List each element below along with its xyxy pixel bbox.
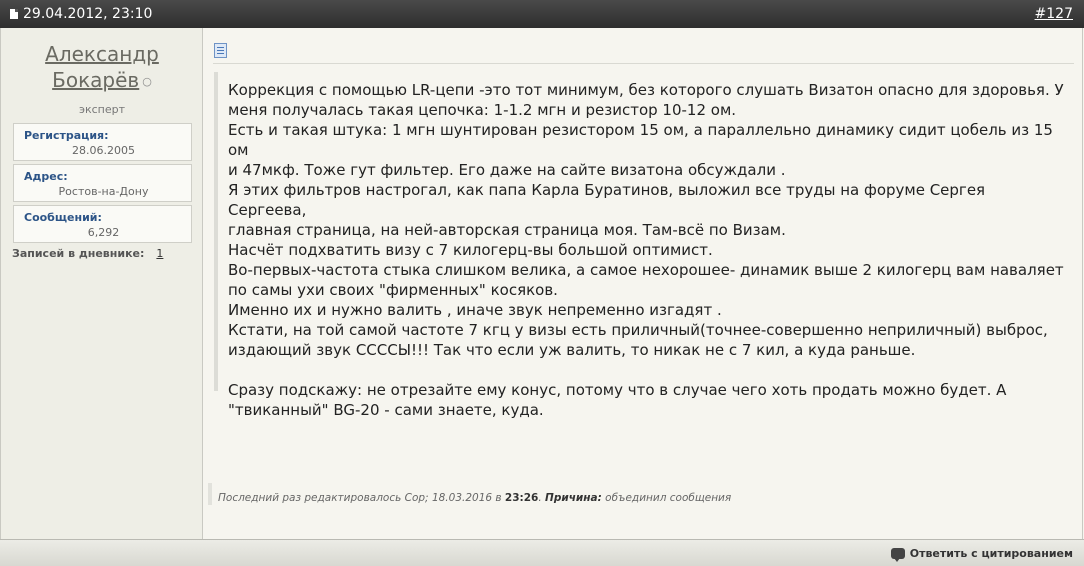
message-line: Во-первых-частота стыка слишком велика, … [228,261,1064,279]
message-line: Кстати, на той самой частоте 7 кгц у виз… [228,321,1048,339]
diary-entries: Записей в дневнике: 1 [12,247,163,260]
username-link[interactable]: Александр Бокарёв ○ [1,41,203,95]
message-line: Коррекция с помощью LR-цепи -это тот мин… [228,81,1064,99]
post-message: Коррекция с помощью LR-цепи -это тот мин… [228,80,1068,420]
diary-count-link[interactable]: 1 [156,247,163,260]
message-line: Есть и такая штука: 1 мгн шунтирован рез… [228,121,1053,159]
messages-box: Сообщений: 6,292 [13,205,192,243]
message-line: и 47мкф. Тоже гут фильтер. Его даже на с… [228,161,786,179]
message-line: Сразу подскажу: не отрезайте ему конус, … [228,381,1007,399]
username-last[interactable]: Бокарёв [52,68,139,92]
message-line: Именно их и нужно валить , иначе звук не… [228,301,722,319]
registration-label: Регистрация: [24,129,109,142]
messages-label: Сообщений: [24,211,102,224]
title-separator [213,63,1074,64]
edit-note-bar [208,483,212,505]
registration-box: Регистрация: 28.06.2005 [13,123,192,161]
edit-reason-label: Причина: [545,492,602,504]
post: Александр Бокарёв ○ эксперт Регистрация: … [0,28,1083,539]
message-line: меня получалась такая цепочка: 1-1.2 мгн… [228,101,737,119]
user-title: эксперт [78,103,126,116]
edit-note-prefix: Последний раз редактировалось Сор; 18.03… [218,492,505,504]
message-blank-line [228,360,1068,380]
post-status-icon [10,9,18,19]
post-document-icon [214,43,227,58]
message-line: главная страница, на ней-авторская стран… [228,221,786,239]
address-value: Ростов-на-Дону [58,185,149,198]
message-line: издающий звук СССCЫ!!! Так что если уж в… [228,341,916,359]
post-content: Коррекция с помощью LR-цепи -это тот мин… [203,28,1082,539]
messages-value: 6,292 [87,226,120,239]
reply-with-quote-label[interactable]: Ответить с цитированием [910,547,1073,560]
post-date-text: 29.04.2012, 23:10 [23,6,153,22]
reply-with-quote-button[interactable]: Ответить с цитированием [890,547,1073,562]
diary-label: Записей в дневнике: [12,247,145,260]
edit-note-time: 23:26 [504,492,539,504]
post-footer: Ответить с цитированием [0,539,1084,566]
message-quote-bar [214,72,218,391]
message-line: Насчёт подхватить визу с 7 килогерц-вы б… [228,241,713,259]
edit-reason-text: объединил сообщения [601,492,732,504]
offline-status-icon: ○ [142,74,152,88]
user-panel: Александр Бокарёв ○ эксперт Регистрация: … [1,28,203,539]
post-header: 29.04.2012, 23:10 #127 [0,0,1084,28]
edit-note: Последний раз редактировалось Сор; 18.03… [218,492,731,504]
message-line: Я этих фильтров настрогал, как папа Карл… [228,181,986,219]
message-line: "твиканный" BG-20 - сами знаете, куда. [228,401,544,419]
registration-value: 28.06.2005 [72,144,135,157]
quote-bubble-icon [890,548,905,562]
message-line: по самы ухи своих "фирменных" косяков. [228,281,558,299]
address-label: Адрес: [24,170,68,183]
address-box: Адрес: Ростов-на-Дону [13,164,192,202]
post-number-link[interactable]: #127 [1035,6,1073,22]
username-first[interactable]: Александр [45,42,159,66]
post-date: 29.04.2012, 23:10 [10,6,152,22]
